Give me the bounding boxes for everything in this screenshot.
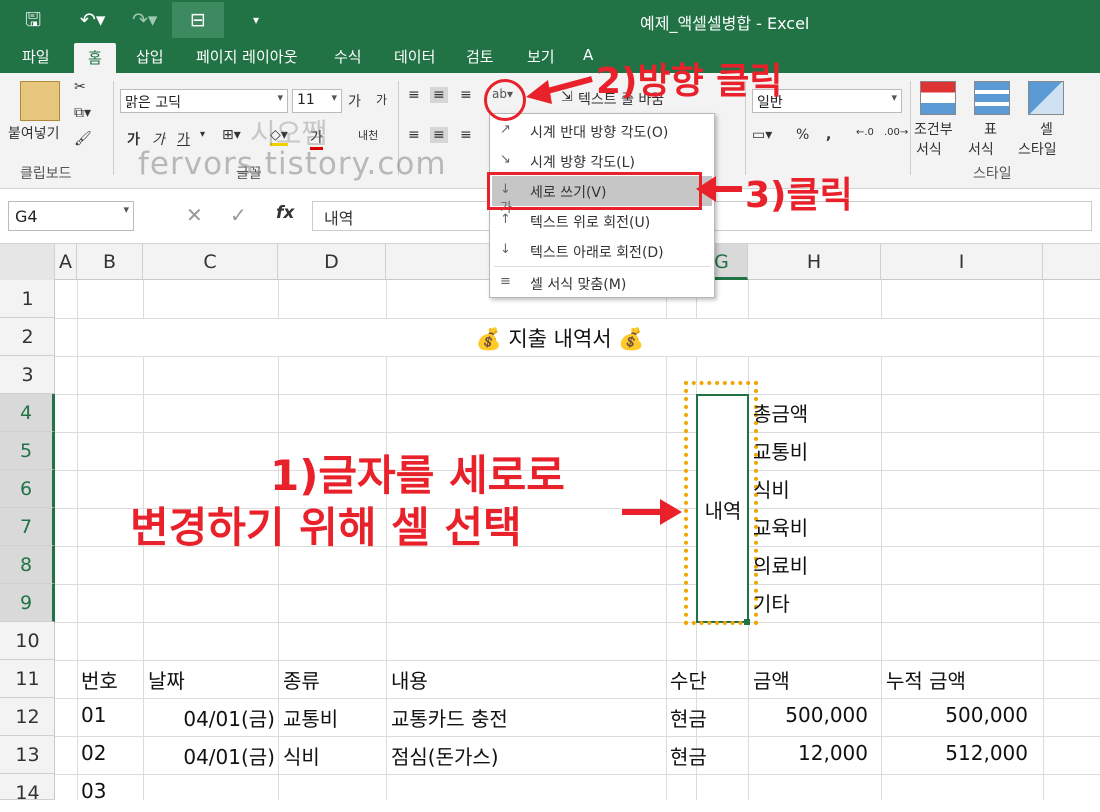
annotation-step2: 2)방향 클릭: [596, 61, 783, 102]
annotation-arrows: [526, 76, 742, 525]
arrowhead-step2: [526, 80, 552, 104]
annotation-step3: 3)클릭: [745, 175, 853, 216]
annotation-step1-line2: 변경하기 위해 셀 선택: [130, 503, 522, 552]
arrowhead-step3: [696, 176, 716, 202]
arrowhead-step1: [660, 499, 682, 525]
